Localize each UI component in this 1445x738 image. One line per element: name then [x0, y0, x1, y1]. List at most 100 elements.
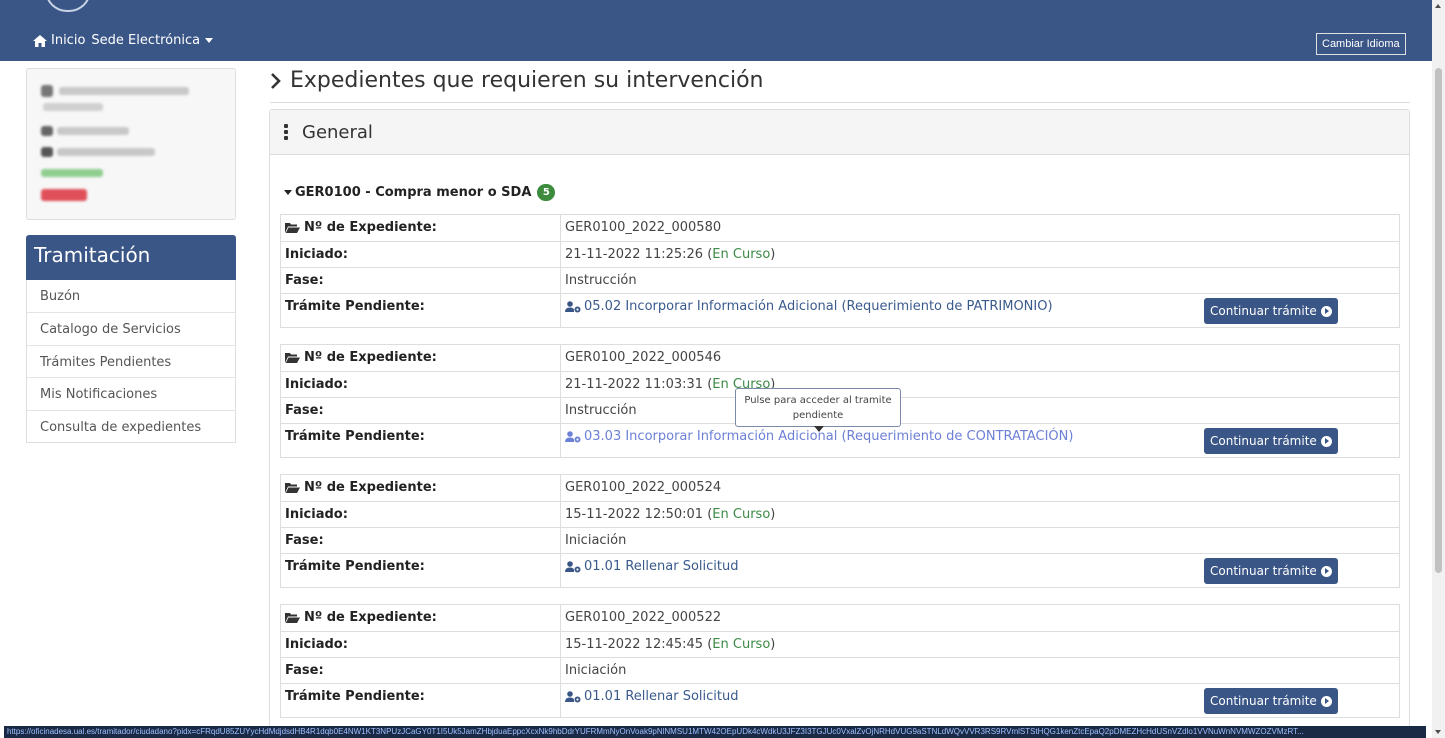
table-row: Nº de Expediente: GER0100_2022_000546	[281, 345, 1399, 371]
tooltip: Pulse para acceder al tramite pendiente	[735, 388, 901, 432]
sidebar-section-title: Tramitación	[26, 235, 236, 280]
user-gear-icon	[565, 430, 581, 442]
fase-value: Instrucción	[565, 403, 637, 418]
iniciado-label: Iniciado:	[281, 372, 561, 397]
logout-button-blurred[interactable]	[41, 189, 87, 201]
connected-status-blurred	[41, 169, 103, 177]
arrow-circle-right-icon	[1320, 435, 1332, 447]
tramite-label: Trámite Pendiente:	[281, 424, 561, 457]
expediente-number: GER0100_2022_000580	[565, 220, 722, 235]
tramite-label: Trámite Pendiente:	[281, 554, 561, 587]
expediente-label: Nº de Expediente:	[281, 605, 561, 631]
page-title-text: Expedientes que requieren su intervenció…	[290, 68, 764, 93]
table-row: Nº de Expediente: GER0100_2022_000524	[281, 475, 1399, 501]
group-title-text: GER0100 - Compra menor o SDA	[295, 185, 532, 200]
email-icon	[41, 147, 53, 157]
nav-home-link[interactable]: Inicio Sede Electrónica	[33, 33, 214, 48]
expediente-number: GER0100_2022_000524	[565, 480, 722, 495]
fase-label: Fase:	[281, 528, 561, 553]
expediente-label: Nº de Expediente:	[281, 345, 561, 371]
iniciado-value: 21-11-2022 11:25:26 (En Curso)	[565, 247, 776, 262]
user-gear-icon	[565, 300, 581, 312]
folder-open-icon	[285, 353, 300, 363]
caret-down-icon	[284, 190, 292, 195]
table-row: Nº de Expediente: GER0100_2022_000580	[281, 215, 1399, 241]
user-gear-icon	[565, 690, 581, 702]
continue-procedure-button[interactable]: Continuar trámite	[1204, 428, 1338, 454]
user-surname-blurred	[43, 103, 103, 111]
tramite-label: Trámite Pendiente:	[281, 294, 561, 327]
expediente-number: GER0100_2022_000522	[565, 610, 722, 625]
scroll-down-arrow-icon[interactable]	[1435, 730, 1441, 734]
sede-menu-label[interactable]: Sede Electrónica	[91, 33, 200, 48]
university-logo	[45, 0, 91, 12]
sidebar-item-notificaciones[interactable]: Mis Notificaciones	[27, 377, 235, 409]
scroll-up-arrow-icon[interactable]	[1435, 4, 1441, 8]
id-card-icon	[41, 126, 53, 136]
table-row: Iniciado: 15-11-2022 12:45:45 (En Curso)	[281, 631, 1399, 657]
iniciado-value: 15-11-2022 12:50:01 (En Curso)	[565, 507, 776, 522]
pending-procedure-link[interactable]: 01.01 Rellenar Solicitud	[565, 559, 738, 574]
sidebar-item-buzon[interactable]: Buzón	[27, 280, 235, 312]
arrow-circle-right-icon	[1320, 695, 1332, 707]
status-text: En Curso	[712, 507, 771, 522]
iniciado-value: 21-11-2022 11:03:31 (En Curso)	[565, 377, 776, 392]
table-row: Fase: Iniciación	[281, 657, 1399, 683]
tooltip-line-2: pendiente	[792, 410, 844, 421]
table-row: Iniciado: 15-11-2022 12:50:01 (En Curso)	[281, 501, 1399, 527]
table-row: Trámite Pendiente: 01.01 Rellenar Solici…	[281, 683, 1399, 717]
status-text: En Curso	[712, 637, 771, 652]
expediente-card: Nº de Expediente: GER0100_2022_000524 In…	[280, 474, 1400, 588]
chevron-down-icon	[205, 38, 214, 43]
pending-procedure-link[interactable]: 05.02 Incorporar Información Adicional (…	[565, 299, 1053, 314]
sidebar-item-tramites-pendientes[interactable]: Trámites Pendientes	[27, 344, 235, 377]
fase-label: Fase:	[281, 398, 561, 423]
fase-label: Fase:	[281, 268, 561, 293]
user-id-blurred	[57, 127, 129, 135]
chevron-right-icon	[271, 72, 281, 89]
browser-status-url: https://oficinadesa.ual.es/tramitador/ci…	[4, 726, 1426, 738]
user-name-blurred	[59, 87, 189, 95]
arrow-circle-right-icon	[1320, 305, 1332, 317]
user-info-panel	[26, 68, 236, 220]
expediente-label: Nº de Expediente:	[281, 475, 561, 501]
fase-label: Fase:	[281, 658, 561, 683]
fase-value: Iniciación	[565, 533, 627, 548]
iniciado-label: Iniciado:	[281, 632, 561, 657]
count-badge: 5	[537, 184, 556, 201]
table-row: Fase: Iniciación	[281, 527, 1399, 553]
table-row: Trámite Pendiente: 05.02 Incorporar Info…	[281, 293, 1399, 327]
expediente-card: Nº de Expediente: GER0100_2022_000580 In…	[280, 214, 1400, 328]
table-row: Trámite Pendiente: 03.03 Incorporar Info…	[281, 423, 1399, 457]
folder-open-icon	[285, 483, 300, 493]
continue-procedure-button[interactable]: Continuar trámite	[1204, 558, 1338, 584]
status-text: En Curso	[712, 247, 771, 262]
user-icon	[41, 85, 53, 97]
panel-title: General	[302, 121, 373, 143]
table-row: Trámite Pendiente: 01.01 Rellenar Solici…	[281, 553, 1399, 587]
table-row: Fase: Instrucción	[281, 267, 1399, 293]
user-gear-icon	[565, 560, 581, 572]
home-label: Inicio	[51, 33, 86, 48]
iniciado-label: Iniciado:	[281, 242, 561, 267]
panel-header: General	[270, 110, 1409, 155]
continue-procedure-button[interactable]: Continuar trámite	[1204, 298, 1338, 324]
iniciado-label: Iniciado:	[281, 502, 561, 527]
continue-procedure-button[interactable]: Continuar trámite	[1204, 688, 1338, 714]
sidebar-item-consulta-expedientes[interactable]: Consulta de expedientes	[27, 409, 235, 442]
sidebar-item-catalogo-servicios[interactable]: Catalogo de Servicios	[27, 312, 235, 344]
top-navbar: Inicio Sede Electrónica Cambiar Idioma	[0, 0, 1432, 61]
table-row: Iniciado: 21-11-2022 11:25:26 (En Curso)	[281, 241, 1399, 267]
expediente-label: Nº de Expediente:	[281, 215, 561, 241]
group-toggle[interactable]: GER0100 - Compra menor o SDA 5	[284, 184, 556, 201]
iniciado-value: 15-11-2022 12:45:45 (En Curso)	[565, 637, 776, 652]
vertical-scrollbar[interactable]	[1432, 0, 1445, 738]
pending-procedure-link[interactable]: 01.01 Rellenar Solicitud	[565, 689, 738, 704]
user-email-blurred	[57, 148, 155, 156]
table-row: Nº de Expediente: GER0100_2022_000522	[281, 605, 1399, 631]
scrollbar-thumb[interactable]	[1435, 68, 1442, 573]
vertical-ellipsis-icon	[284, 123, 288, 141]
expediente-card: Nº de Expediente: GER0100_2022_000522 In…	[280, 604, 1400, 718]
fase-value: Iniciación	[565, 663, 627, 678]
change-language-button[interactable]: Cambiar Idioma	[1316, 33, 1406, 55]
